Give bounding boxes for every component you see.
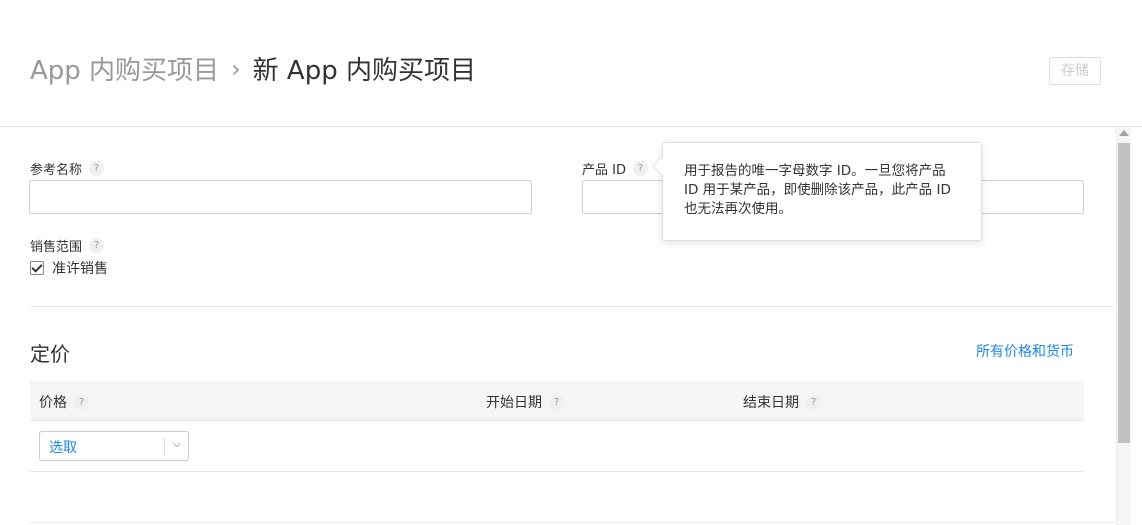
scroll-up-arrow-icon[interactable] [1119, 130, 1129, 136]
select-divider [164, 438, 165, 455]
column-header-price: 价格 ? [39, 392, 89, 412]
section-divider [30, 522, 1114, 523]
column-header-end-date: 结束日期 ? [743, 392, 821, 412]
table-row-divider [30, 471, 1084, 472]
price-select-value: 选取 [49, 440, 77, 456]
product-id-help-tooltip: 用于报告的唯一字母数字 ID。一旦您将产品 ID 用于某产品，即使删除该产品，此… [652, 142, 982, 241]
help-icon[interactable]: ? [89, 161, 105, 176]
chevron-down-icon[interactable]: ⌵ [173, 439, 181, 450]
cleared-for-sale-row[interactable]: 准许销售 [30, 258, 108, 278]
column-header-label: 结束日期 [743, 395, 799, 411]
chevron-right-icon: › [231, 54, 241, 83]
help-icon[interactable]: ? [806, 394, 821, 410]
reference-name-label-text: 参考名称 [30, 163, 83, 178]
breadcrumb: App 内购买项目 › 新 App 内购买项目 [30, 50, 476, 87]
cleared-for-sale-label: 准许销售 [52, 261, 108, 277]
breadcrumb-parent-link[interactable]: App 内购买项目 [30, 50, 219, 87]
product-id-label: 产品 ID ? [582, 159, 648, 178]
help-icon[interactable]: ? [89, 238, 105, 253]
page-header: App 内购买项目 › 新 App 内购买项目 存储 [0, 0, 1142, 127]
pricing-table-header: 价格 ? 开始日期 ? 结束日期 ? [30, 381, 1084, 421]
column-header-label: 开始日期 [486, 395, 542, 411]
scrollbar-thumb[interactable] [1118, 143, 1130, 443]
page-title: 新 App 内购买项目 [252, 56, 476, 86]
all-prices-currencies-link[interactable]: 所有价格和货币 [976, 341, 1074, 361]
column-header-label: 价格 [39, 395, 67, 411]
vertical-scrollbar[interactable] [1116, 127, 1131, 525]
pricing-section-title: 定价 [30, 342, 70, 366]
help-icon[interactable]: ? [74, 394, 89, 410]
cleared-for-sale-checkbox[interactable] [30, 261, 44, 275]
save-button[interactable]: 存储 [1049, 57, 1101, 85]
tooltip-text: 用于报告的唯一字母数字 ID。一旦您将产品 ID 用于某产品，即使删除该产品，此… [684, 163, 951, 217]
product-id-label-text: 产品 ID [582, 163, 626, 178]
availability-label-text: 销售范围 [30, 240, 83, 255]
section-divider [30, 306, 1114, 307]
reference-name-input[interactable] [29, 180, 532, 214]
column-header-start-date: 开始日期 ? [486, 392, 564, 412]
reference-name-label: 参考名称 ? [30, 159, 105, 178]
availability-label: 销售范围 ? [30, 236, 105, 255]
help-icon[interactable]: ? [632, 161, 648, 176]
price-select[interactable]: 选取 ⌵ [39, 431, 189, 461]
tooltip-arrow [652, 156, 672, 176]
help-icon[interactable]: ? [549, 394, 564, 410]
